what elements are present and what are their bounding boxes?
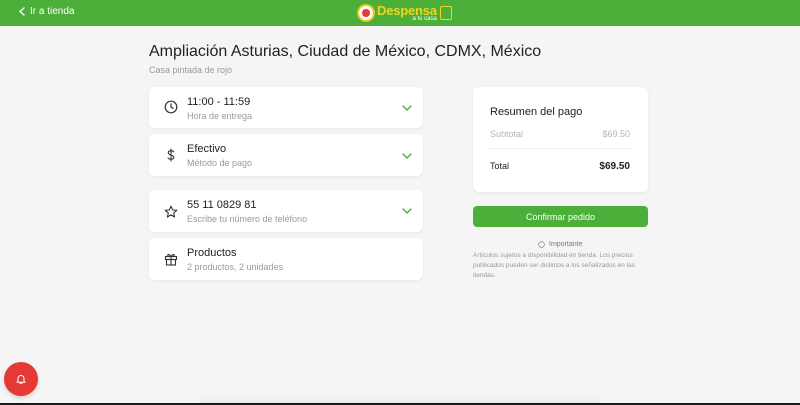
gift-icon: [164, 253, 178, 266]
back-link-label: Ir a tienda: [30, 6, 75, 17]
payment-summary-title: Resumen del pago: [490, 106, 583, 118]
chevron-down-icon[interactable]: [402, 153, 412, 159]
subtotal-value: $69.50: [602, 129, 630, 139]
total-label: Total: [490, 161, 510, 171]
delivery-address-title: Ampliación Asturias, Ciudad de México, C…: [149, 43, 542, 60]
dollar-icon: [167, 148, 175, 162]
notice-heading: Importante: [538, 241, 582, 248]
total-value: $69.50: [599, 161, 630, 172]
delivery-time-card[interactable]: 11:00 - 11:59 Hora de entrega: [149, 87, 423, 128]
store-logo[interactable]: Despensa a tu casa: [357, 2, 452, 24]
notice-body: Artículos sujetos a disponibilidad en ti…: [473, 252, 635, 279]
shopping-bag-icon: [439, 6, 452, 20]
products-detail: 2 productos, 2 unidades: [187, 262, 284, 272]
bell-icon: [16, 375, 26, 384]
payment-method-card[interactable]: Efectivo Método de pago: [149, 134, 423, 176]
phone-number-card[interactable]: 55 11 0829 81 Escribe tu número de teléf…: [149, 190, 423, 232]
logo-sub-text: a tu casa: [412, 16, 437, 22]
chevron-down-icon[interactable]: [402, 208, 412, 214]
clock-icon: [164, 100, 178, 114]
payment-summary-card: Resumen del pago Subtotal $69.50 Total $…: [473, 87, 648, 192]
star-icon: [164, 205, 178, 218]
top-bar: Ir a tienda Despensa a tu casa: [0, 0, 800, 26]
notice-title: Importante: [549, 241, 583, 248]
subtotal-row: Subtotal $69.50: [490, 129, 630, 139]
products-title: Productos: [187, 247, 237, 259]
confirm-order-button[interactable]: Confirmar pedido: [473, 206, 648, 227]
logo-badge-icon: [357, 4, 375, 22]
delivery-time-label: Hora de entrega: [187, 111, 253, 121]
subtotal-label: Subtotal: [490, 129, 524, 139]
summary-divider: [490, 148, 630, 149]
info-circle-icon: [538, 241, 545, 248]
total-row: Total $69.50: [490, 161, 630, 172]
payment-method-label: Método de pago: [187, 158, 253, 168]
back-to-store-link[interactable]: Ir a tienda: [18, 6, 74, 17]
chevron-left-icon: [19, 7, 25, 16]
notifications-button[interactable]: [4, 362, 38, 396]
delivery-time-value: 11:00 - 11:59: [187, 96, 251, 108]
products-card[interactable]: Productos 2 productos, 2 unidades: [149, 238, 423, 280]
phone-number-value: 55 11 0829 81: [187, 199, 257, 211]
phone-number-label: Escribe tu número de teléfono: [187, 214, 308, 224]
payment-method-value: Efectivo: [187, 143, 227, 155]
delivery-address-reference: Casa pintada de rojo: [149, 65, 233, 75]
chevron-down-icon[interactable]: [402, 105, 412, 111]
